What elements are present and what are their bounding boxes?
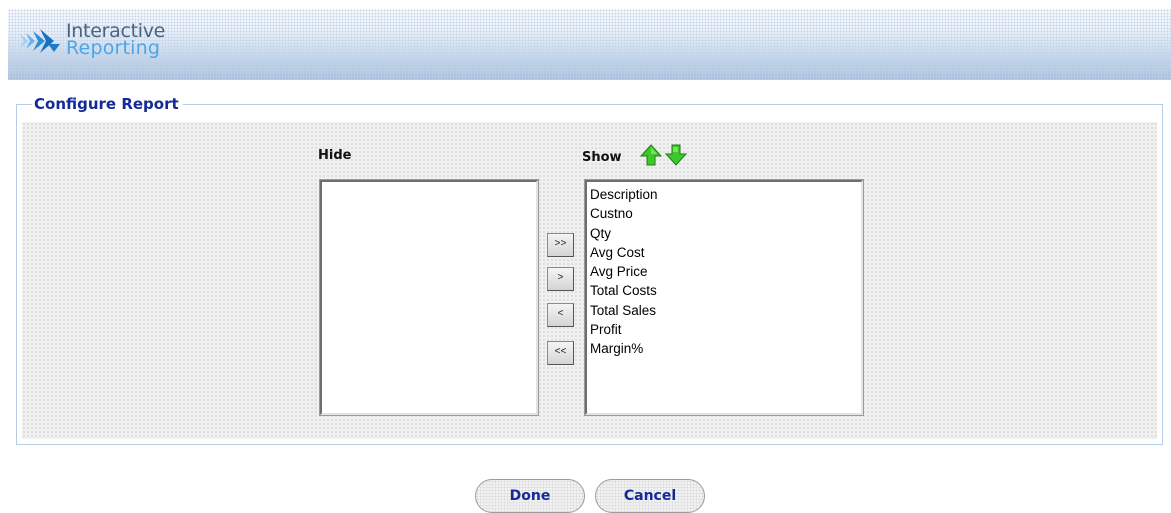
logo-arrows-icon <box>20 29 60 53</box>
move-up-arrow-icon[interactable] <box>640 143 662 167</box>
move-down-arrow-icon[interactable] <box>665 143 687 167</box>
move-all-left-button[interactable]: << <box>547 341 574 365</box>
move-left-button[interactable]: < <box>547 303 574 327</box>
show-label: Show <box>582 150 622 165</box>
hide-listbox[interactable] <box>319 179 539 416</box>
list-item[interactable]: Total Sales <box>587 301 861 320</box>
list-item[interactable]: Avg Price <box>587 262 861 281</box>
done-button[interactable]: Done <box>475 479 585 513</box>
list-item[interactable]: Description <box>587 185 861 204</box>
list-item[interactable]: Avg Cost <box>587 243 861 262</box>
list-item[interactable]: Qty <box>587 224 861 243</box>
configure-report-legend: Configure Report <box>32 95 183 113</box>
show-listbox[interactable]: Description Custno Qty Avg Cost Avg Pric… <box>584 179 864 416</box>
list-item[interactable]: Profit <box>587 320 861 339</box>
list-item[interactable]: Total Costs <box>587 281 861 300</box>
list-item[interactable]: Custno <box>587 204 861 223</box>
logo-text-reporting: Reporting <box>66 37 161 59</box>
list-item[interactable]: Margin% <box>587 339 861 358</box>
move-all-right-button[interactable]: >> <box>547 233 574 257</box>
move-right-button[interactable]: > <box>547 267 574 291</box>
header-banner: Interactive Reporting <box>8 9 1171 80</box>
hide-label: Hide <box>318 148 352 163</box>
cancel-button[interactable]: Cancel <box>595 479 705 513</box>
